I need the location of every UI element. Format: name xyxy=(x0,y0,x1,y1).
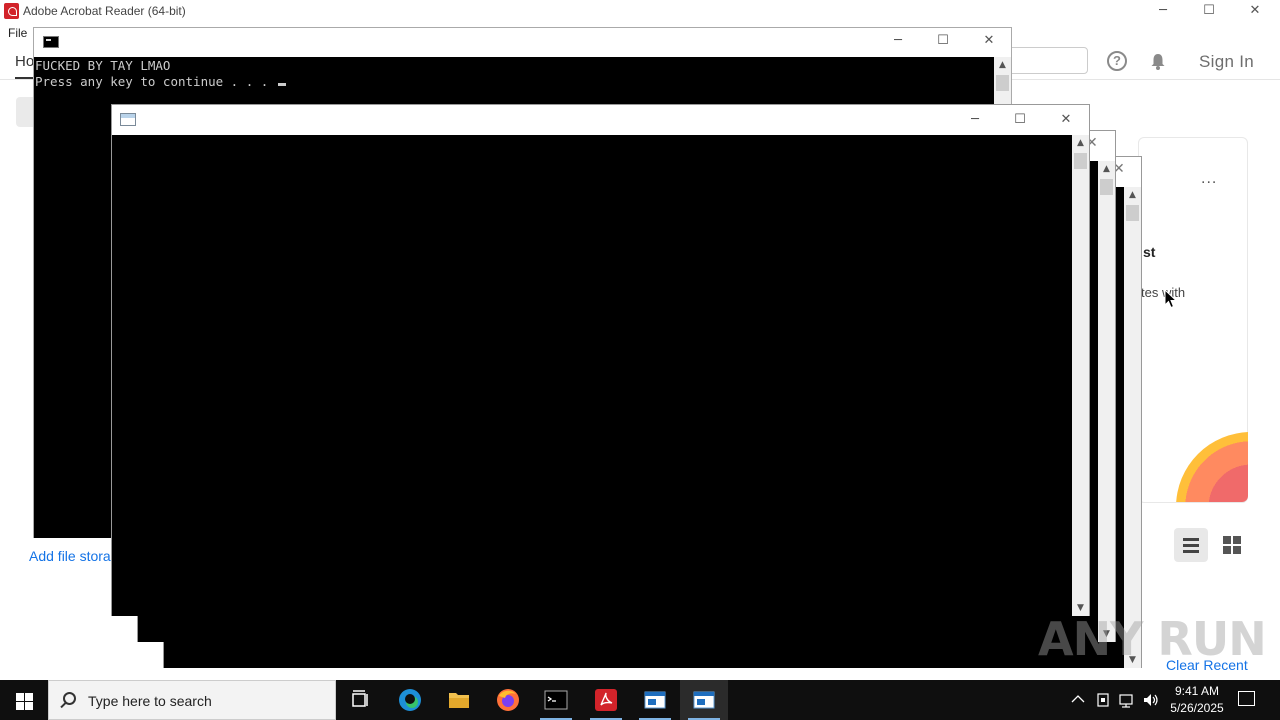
taskbar-cmd[interactable] xyxy=(532,680,580,720)
clock-time: 9:41 AM xyxy=(1174,684,1220,698)
start-button[interactable] xyxy=(0,680,48,720)
firefox-icon xyxy=(497,689,519,711)
acrobat-minimize-button[interactable]: ─ xyxy=(1140,0,1186,22)
taskbar-search-placeholder: Type here to search xyxy=(88,693,212,709)
folder-icon xyxy=(449,693,469,708)
edge-icon xyxy=(399,689,421,711)
list-view-button[interactable] xyxy=(1174,528,1208,562)
taskbar-clock[interactable]: 9:41 AM 5/26/2025 xyxy=(1160,683,1234,717)
tab-home[interactable]: Ho xyxy=(15,53,34,70)
cmd-icon xyxy=(544,690,568,710)
notification-center-icon[interactable] xyxy=(1238,691,1255,706)
scroll-up-icon[interactable]: ▲ xyxy=(1124,187,1141,203)
cmd-close-button[interactable]: ✕ xyxy=(966,30,1012,52)
acrobat-maximize-button[interactable]: ☐ xyxy=(1186,0,1232,22)
scroll-thumb[interactable] xyxy=(1100,179,1113,195)
taskbar: Type here to search 9:41 AM 5/26/2025 xyxy=(0,680,1280,720)
cmd-icon xyxy=(43,36,59,48)
cmd-output: FUCKED BY TAY LMAO Press any key to conti… xyxy=(35,58,286,90)
task-view-button[interactable] xyxy=(336,680,384,720)
front-scrollbar[interactable]: ▲ ▼ xyxy=(1072,135,1089,616)
acrobat-icon xyxy=(595,689,617,711)
window-app-icon xyxy=(644,691,666,709)
volume-icon[interactable] xyxy=(1142,692,1160,708)
menu-file[interactable]: File xyxy=(8,26,27,40)
taskbar-firefox[interactable] xyxy=(484,680,532,720)
more-options-icon[interactable]: ... xyxy=(1201,170,1217,188)
cmd-titlebar: ─ ☐ ✕ xyxy=(34,28,1011,56)
scroll-thumb[interactable] xyxy=(996,75,1009,91)
cmd-cursor xyxy=(277,83,286,86)
acrobat-logo-icon xyxy=(4,3,19,19)
tray-device-icon[interactable] xyxy=(1095,692,1111,708)
windows-logo-icon xyxy=(16,693,24,701)
clock-date: 5/26/2025 xyxy=(1170,701,1224,715)
acrobat-window-title: Adobe Acrobat Reader (64-bit) xyxy=(23,4,186,18)
front-close-button[interactable]: ✕ xyxy=(1043,109,1089,131)
search-icon xyxy=(63,692,76,705)
taskbar-edge[interactable] xyxy=(386,680,434,720)
scroll-up-icon[interactable]: ▲ xyxy=(1098,161,1115,177)
promo-illustration xyxy=(1176,432,1248,502)
scroll-thumb[interactable] xyxy=(1126,205,1139,221)
taskbar-acrobat[interactable] xyxy=(582,680,630,720)
mouse-cursor-icon xyxy=(1164,289,1177,309)
taskbar-file-explorer[interactable] xyxy=(435,680,483,720)
network-icon[interactable] xyxy=(1118,692,1136,708)
taskbar-window-app[interactable] xyxy=(631,680,679,720)
taskbar-window-app-active[interactable] xyxy=(680,680,728,720)
add-file-storage-link[interactable]: Add file stora xyxy=(29,548,111,564)
acrobat-search-input[interactable] xyxy=(1000,47,1088,74)
cmd-line-2: Press any key to continue . . . xyxy=(35,74,286,90)
promo-card-heading: st xyxy=(1143,244,1156,260)
tray-overflow-chevron-icon[interactable] xyxy=(1071,694,1085,704)
cmd-line-1: FUCKED BY TAY LMAO xyxy=(35,58,171,73)
front-console-body xyxy=(112,135,1072,616)
promo-card-art-clip xyxy=(1138,400,1248,502)
console-2-scrollbar[interactable]: ▲ ▼ xyxy=(1098,161,1115,642)
acrobat-titlebar: Adobe Acrobat Reader (64-bit) ─ ☐ ✕ xyxy=(0,0,1280,22)
scroll-thumb[interactable] xyxy=(1074,153,1087,169)
cmd-maximize-button[interactable]: ☐ xyxy=(920,30,966,52)
window-app-icon xyxy=(693,691,715,709)
task-view-icon xyxy=(352,690,368,707)
scroll-up-icon[interactable]: ▲ xyxy=(1072,135,1089,151)
help-icon[interactable]: ? xyxy=(1107,51,1127,71)
cmd-line-2-text: Press any key to continue . . . xyxy=(35,74,276,89)
console-window-front[interactable]: ─ ☐ ✕ ▲ ▼ xyxy=(111,104,1090,616)
window-app-icon xyxy=(120,113,136,126)
console-3-scrollbar[interactable]: ▲ ▼ xyxy=(1124,187,1141,668)
watermark-logo: ANY RUN xyxy=(1038,612,1267,666)
front-minimize-button[interactable]: ─ xyxy=(952,109,998,131)
grid-view-button[interactable] xyxy=(1222,535,1242,555)
desktop-screen: Adobe Acrobat Reader (64-bit) ─ ☐ ✕ File… xyxy=(0,0,1280,720)
front-maximize-button[interactable]: ☐ xyxy=(997,109,1043,131)
taskbar-search-box[interactable]: Type here to search xyxy=(48,680,336,720)
bell-icon[interactable] xyxy=(1150,53,1166,70)
sign-in-button[interactable]: Sign In xyxy=(1199,52,1254,72)
cmd-minimize-button[interactable]: ─ xyxy=(875,30,921,52)
scroll-up-icon[interactable]: ▲ xyxy=(994,57,1011,73)
acrobat-close-button[interactable]: ✕ xyxy=(1232,0,1278,22)
